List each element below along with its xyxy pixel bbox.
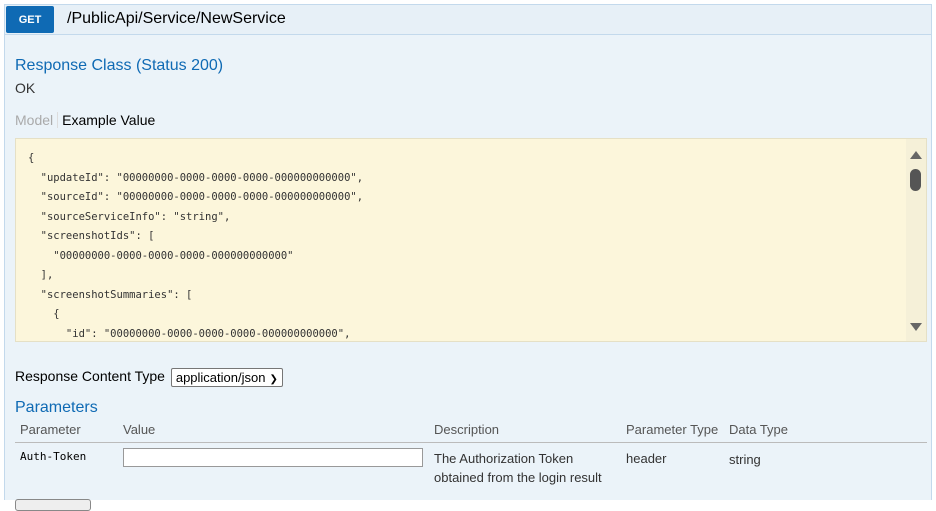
code-line: "00000000-0000-0000-0000-000000000000" [28,249,294,262]
header-parameter: Parameter [20,422,81,437]
parameters-heading: Parameters [15,399,98,416]
param-data-type: string [729,452,761,467]
code-line: "screenshotIds": [ [28,230,155,242]
param-description-line1: The Authorization Token [434,451,574,466]
code-line: "id": "00000000-0000-0000-0000-000000000… [28,327,351,340]
header-data-type: Data Type [729,422,789,437]
param-type: header [626,451,667,466]
code-scrollbar[interactable] [906,139,926,341]
header-description: Description [434,422,500,437]
content-type-select[interactable]: application/json ❯ [170,368,283,387]
code-line: { [28,308,60,320]
scroll-up-arrow-icon[interactable] [910,151,922,159]
chevron-down-icon: ❯ [269,374,278,385]
try-it-out-button[interactable] [15,499,91,511]
code-line: "updateId": "00000000-0000-0000-0000-000… [28,171,364,184]
code-line: "sourceServiceInfo": "string", [28,210,231,223]
example-json: { "updateId": "00000000-0000-0000-0000-0… [28,149,364,341]
auth-token-input[interactable] [123,448,423,467]
response-content-type: Response Content Type application/json ❯ [15,368,283,387]
tab-example-value[interactable]: Example Value [58,112,155,128]
operation-header[interactable]: GET /PublicApi/Service/NewService [5,5,931,35]
header-parameter-type: Parameter Type [626,422,719,437]
scroll-down-arrow-icon[interactable] [910,323,922,331]
code-line: "screenshotSummaries": [ [28,288,193,301]
response-status-text: OK [15,80,36,96]
response-class-heading: Response Class (Status 200) [15,57,224,74]
param-name: Auth-Token [20,450,87,463]
endpoint-path[interactable]: /PublicApi/Service/NewService [67,10,286,28]
example-value-box[interactable]: { "updateId": "00000000-0000-0000-0000-0… [15,138,927,342]
model-tabs: Model Example Value [15,112,155,128]
content-type-label: Response Content Type [15,368,165,385]
content-type-value: application/json [175,370,266,385]
code-line: "sourceId": "00000000-0000-0000-0000-000… [28,191,364,203]
operation-panel: GET /PublicApi/Service/NewService Respon… [4,4,932,511]
tab-model[interactable]: Model [15,112,59,128]
header-value: Value [123,422,156,437]
code-line: { [28,152,35,164]
table-divider [15,442,927,443]
http-method-badge[interactable]: GET [6,6,54,33]
scroll-thumb[interactable] [910,169,921,191]
param-description-line2: obtained from the login result [434,470,602,485]
code-line: ], [28,269,54,281]
